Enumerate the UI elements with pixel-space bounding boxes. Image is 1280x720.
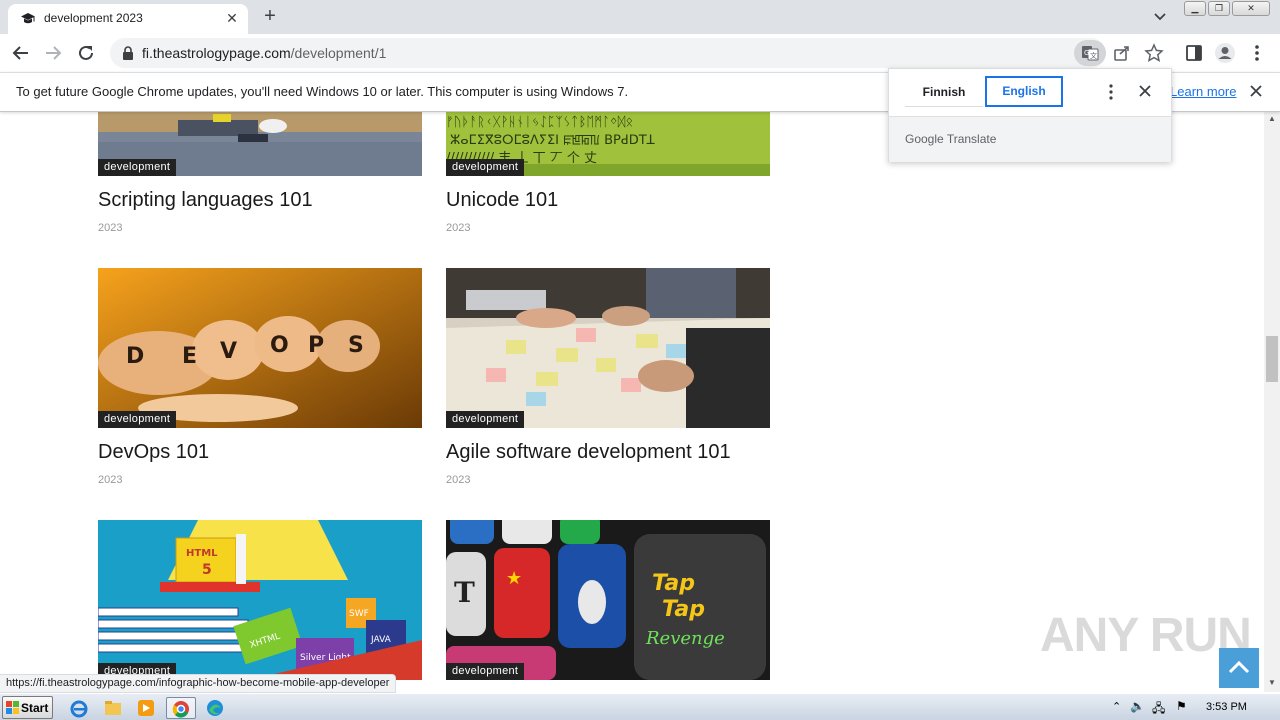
category-badge[interactable]: development bbox=[446, 159, 525, 176]
translate-options-icon[interactable] bbox=[1103, 83, 1119, 101]
browser-tab[interactable]: development 2023 ✕ bbox=[8, 4, 248, 34]
screen: development 2023 ✕ + ▁ ❐ ✕ fi.theastrolo… bbox=[0, 0, 1280, 720]
svg-text:Tap: Tap bbox=[662, 597, 705, 622]
svg-text:T: T bbox=[454, 576, 475, 609]
forward-arrow-icon[interactable] bbox=[42, 42, 64, 64]
article-year: 2023 bbox=[446, 222, 471, 234]
graduation-cap-icon bbox=[20, 12, 36, 26]
google-translate-brand: Google Translate bbox=[905, 132, 997, 146]
lock-icon[interactable] bbox=[122, 46, 134, 60]
article-image[interactable]: T ★ Tap Tap Revenge development bbox=[446, 520, 770, 680]
link-status-bar: https://fi.theastrologypage.com/infograp… bbox=[0, 674, 397, 693]
category-badge[interactable]: development bbox=[446, 663, 525, 680]
svg-text:ᚠᚢᚦᚨᚱᚲᚷᚹᚺᚾᛁᛃᛇᛈᛉᛊᛏᛒᛖᛗᛚᛜᛞᛟ: ᚠᚢᚦᚨᚱᚲᚷᚹᚺᚾᛁᛃᛇᛈᛉᛊᛏᛒᛖᛗᛚᛜᛞᛟ bbox=[446, 115, 633, 130]
file-explorer-icon[interactable] bbox=[102, 697, 124, 719]
restore-button[interactable]: ❐ bbox=[1208, 1, 1230, 16]
article-year: 2023 bbox=[98, 222, 123, 234]
article-image[interactable]: ᚠᚢᚦᚨᚱᚲᚷᚹᚺᚾᛁᛃᛇᛈᛉᛊᛏᛒᛖᛗᛚᛜᛞᛟ ⵣⴰⵎⵉⴳⵓⵔⵎⵓⴷⵢⵉⵏ ꡀ… bbox=[446, 112, 770, 176]
window-close-button[interactable]: ✕ bbox=[1232, 1, 1270, 16]
bookmark-star-icon[interactable] bbox=[1144, 43, 1164, 63]
page-content: development Scripting languages 101 2023… bbox=[0, 112, 1264, 692]
url-domain: fi.theastrologypage.com bbox=[142, 45, 291, 61]
category-badge[interactable]: development bbox=[98, 159, 177, 176]
translate-language-tabs: Finnish English bbox=[889, 69, 1173, 117]
translate-footer: Google Translate bbox=[889, 116, 1171, 162]
tab-close-icon[interactable]: ✕ bbox=[224, 10, 240, 26]
scroll-up-arrow-icon[interactable]: ▲ bbox=[1264, 112, 1280, 126]
profile-avatar-icon[interactable] bbox=[1214, 42, 1236, 64]
category-badge[interactable]: development bbox=[98, 411, 177, 428]
svg-text:D: D bbox=[126, 344, 144, 369]
svg-text:文: 文 bbox=[1090, 51, 1097, 60]
article-title[interactable]: Unicode 101 bbox=[446, 189, 558, 212]
back-arrow-icon[interactable] bbox=[10, 42, 32, 64]
article-image[interactable]: D EV OPS development bbox=[98, 268, 422, 428]
new-tab-button[interactable]: + bbox=[258, 6, 282, 28]
translate-page-button[interactable]: G文 bbox=[1074, 40, 1106, 66]
source-language-tab[interactable]: Finnish bbox=[905, 77, 983, 107]
article-title[interactable]: DevOps 101 bbox=[98, 441, 209, 464]
windows-logo-icon bbox=[6, 701, 20, 715]
action-center-flag-icon[interactable]: ⚑ bbox=[1176, 699, 1187, 713]
svg-text:O: O bbox=[270, 333, 289, 358]
infobar-message: To get future Google Chrome updates, you… bbox=[16, 84, 629, 99]
tab-search-chevron-icon[interactable] bbox=[1150, 8, 1170, 26]
svg-text:Revenge: Revenge bbox=[645, 628, 725, 649]
translate-close-icon[interactable] bbox=[1137, 83, 1153, 99]
article-year: 2023 bbox=[98, 474, 123, 486]
scroll-to-top-button[interactable] bbox=[1219, 648, 1259, 688]
system-tray: ⌃ 🔈 🖧 ⚑ bbox=[1104, 694, 1280, 720]
page-scrollbar[interactable]: ▲ ▼ bbox=[1264, 112, 1280, 692]
svg-text:JAVA: JAVA bbox=[370, 635, 392, 645]
article-image[interactable]: HTML 5 XHTML Silver Light SWF JAVA devel… bbox=[98, 520, 422, 680]
tab-title: development 2023 bbox=[44, 11, 143, 25]
article-image[interactable]: development bbox=[98, 112, 422, 176]
infobar-close-icon[interactable] bbox=[1248, 83, 1264, 99]
svg-text:SWF: SWF bbox=[349, 609, 369, 619]
address-bar[interactable]: fi.theastrologypage.com/development/1 G文 bbox=[110, 38, 1164, 68]
article-image[interactable]: development bbox=[446, 268, 770, 428]
scrollbar-thumb[interactable] bbox=[1266, 336, 1278, 382]
network-icon[interactable]: 🖧 bbox=[1152, 699, 1165, 720]
minimize-button[interactable]: ▁ bbox=[1184, 1, 1206, 16]
internet-explorer-icon[interactable] bbox=[68, 697, 90, 719]
article-title[interactable]: Agile software development 101 bbox=[446, 441, 731, 464]
svg-text:5: 5 bbox=[202, 562, 212, 578]
category-badge[interactable]: development bbox=[446, 411, 525, 428]
media-player-icon[interactable] bbox=[135, 697, 157, 719]
target-language-tab[interactable]: English bbox=[985, 76, 1063, 107]
share-icon[interactable] bbox=[1112, 43, 1132, 63]
translate-popup: Finnish English Google Translate bbox=[888, 68, 1172, 162]
menu-dots-icon[interactable] bbox=[1246, 42, 1268, 64]
svg-text:Tap: Tap bbox=[652, 571, 695, 596]
scroll-down-arrow-icon[interactable]: ▼ bbox=[1264, 676, 1280, 690]
edge-icon[interactable] bbox=[204, 697, 226, 719]
svg-text:HTML: HTML bbox=[186, 548, 218, 559]
volume-icon[interactable]: 🔈 bbox=[1130, 699, 1145, 713]
svg-text:P: P bbox=[308, 333, 324, 358]
svg-text:G: G bbox=[1084, 49, 1089, 57]
svg-text:V: V bbox=[220, 339, 237, 364]
svg-text:ⵣⴰⵎⵉⴳⵓⵔⵎⵓⴷⵢⵉⵏ ꡀꡁꡂꡃ ꓐꓑꓒꓓꓔꓕ: ⵣⴰⵎⵉⴳⵓⵔⵎⵓⴷⵢⵉⵏ ꡀꡁꡂꡃ ꓐꓑꓒꓓꓔꓕ bbox=[450, 133, 655, 148]
svg-text:★: ★ bbox=[506, 568, 522, 589]
system-clock[interactable]: 3:53 PM bbox=[1206, 701, 1247, 713]
tray-expand-icon[interactable]: ⌃ bbox=[1112, 700, 1121, 713]
start-label: Start bbox=[21, 701, 49, 715]
start-button[interactable]: Start bbox=[2, 696, 53, 719]
svg-text:E: E bbox=[182, 344, 197, 369]
windows-taskbar: Start ⌃ 🔈 🖧 ⚑ 3:53 PM bbox=[0, 693, 1280, 720]
browser-toolbar: fi.theastrologypage.com/development/1 G文 bbox=[0, 34, 1280, 72]
article-year: 2023 bbox=[446, 474, 471, 486]
learn-more-link[interactable]: Learn more bbox=[1170, 84, 1236, 99]
tab-strip: development 2023 ✕ + ▁ ❐ ✕ bbox=[0, 0, 1280, 34]
url-text: fi.theastrologypage.com/development/1 bbox=[142, 45, 386, 61]
side-panel-icon[interactable] bbox=[1183, 42, 1205, 64]
svg-text:S: S bbox=[348, 333, 364, 358]
url-path: /development/1 bbox=[290, 45, 387, 61]
reload-icon[interactable] bbox=[75, 42, 97, 64]
chrome-taskbar-icon[interactable] bbox=[166, 697, 196, 719]
article-title[interactable]: Scripting languages 101 bbox=[98, 189, 313, 212]
